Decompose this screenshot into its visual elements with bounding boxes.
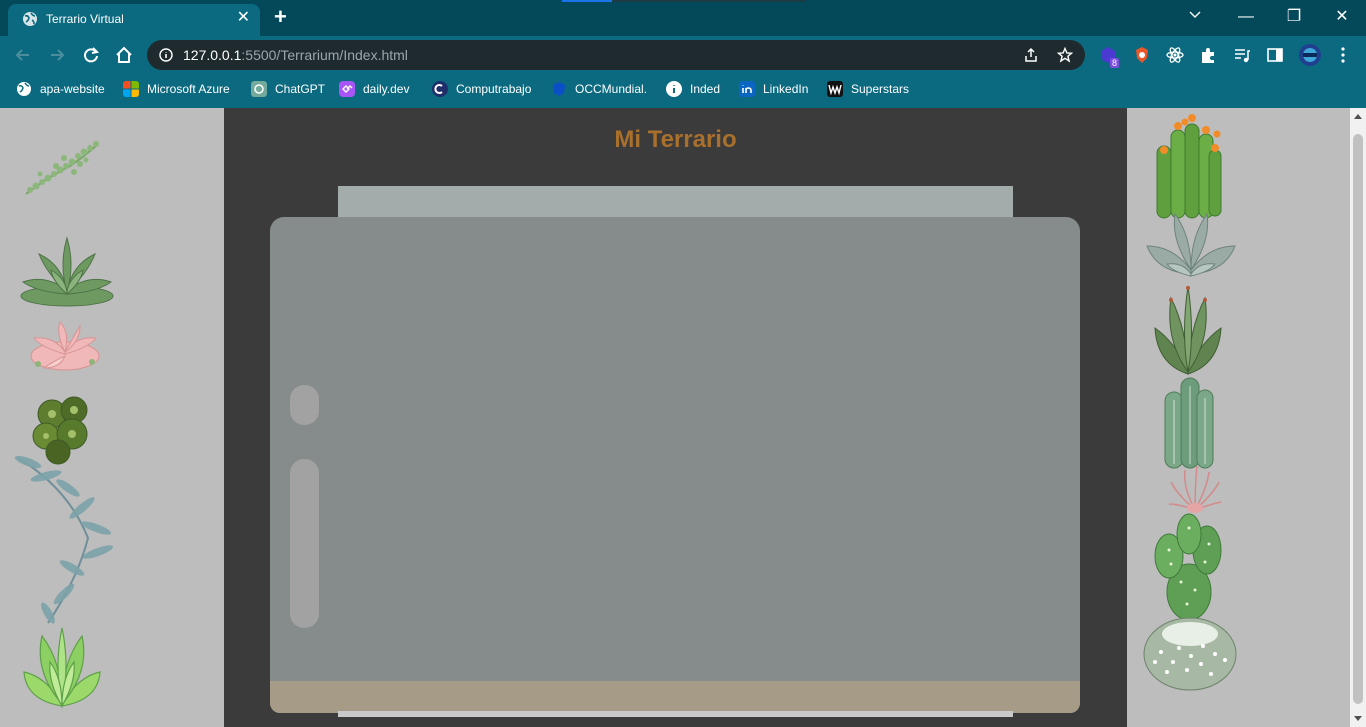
scroll-thumb[interactable] xyxy=(1353,134,1363,704)
side-panel-icon[interactable] xyxy=(1265,45,1285,65)
chatgpt-icon xyxy=(251,81,267,97)
tab-search-icon[interactable] xyxy=(1188,8,1202,22)
page-title: Mi Terrario xyxy=(614,126,737,153)
tab-strip-indicator-track xyxy=(612,0,806,2)
tab-title: Terrario Virtual xyxy=(46,12,124,26)
plant14-image[interactable] xyxy=(1141,612,1239,692)
right-plant-container xyxy=(1127,108,1350,727)
minimize-button[interactable]: — xyxy=(1234,6,1258,28)
dailydev-icon xyxy=(339,81,355,97)
plant3-image[interactable] xyxy=(26,318,104,374)
microsoft-icon xyxy=(123,81,139,97)
tab-strip-indicator xyxy=(562,0,612,2)
reload-icon[interactable] xyxy=(80,44,102,66)
forward-arrow-icon[interactable] xyxy=(46,44,68,66)
site-info-icon[interactable] xyxy=(159,48,173,62)
url-path: :5500/Terrarium/Index.html xyxy=(241,47,408,63)
browser-titlebar: Terrario Virtual ✕ + — ❐ ✕ xyxy=(0,0,1366,36)
url-host: 127.0.0.1 xyxy=(183,47,242,63)
jar-glossy-short xyxy=(290,385,319,425)
browser-toolbar: 127.0.0.1:5500/Terrarium/Index.html 8 xyxy=(0,36,1366,74)
media-playlist-icon[interactable] xyxy=(1232,45,1252,65)
plant2-image[interactable] xyxy=(17,234,117,310)
plant13-image[interactable] xyxy=(1151,510,1227,622)
restore-button[interactable]: ❐ xyxy=(1282,6,1306,28)
bookmark-label: Computrabajo xyxy=(456,82,532,96)
address-bar[interactable]: 127.0.0.1:5500/Terrarium/Index.html xyxy=(147,40,1085,70)
globe-icon xyxy=(23,12,37,26)
plant10-image[interactable] xyxy=(1151,284,1225,376)
bookmark-label: ChatGPT xyxy=(275,82,326,96)
share-icon[interactable] xyxy=(1023,47,1039,63)
tab-close-icon[interactable]: ✕ xyxy=(237,10,250,26)
close-window-button[interactable]: ✕ xyxy=(1330,6,1354,28)
plant6-image[interactable] xyxy=(18,622,106,710)
profile-avatar[interactable] xyxy=(1298,43,1322,67)
bookmark-star-icon[interactable] xyxy=(1057,47,1073,63)
back-arrow-icon[interactable] xyxy=(12,44,34,66)
jar-glossy-long xyxy=(290,459,319,628)
bookmark-label: Microsoft Azure xyxy=(147,82,230,96)
plant9-image[interactable] xyxy=(1143,206,1239,280)
extension-badge: 8 xyxy=(1110,58,1120,68)
bookmarks-bar: apa-website Microsoft Azure ChatGPT dail… xyxy=(0,74,1366,108)
jar-bottom xyxy=(338,711,1013,717)
scroll-up-arrow-icon[interactable] xyxy=(1354,114,1362,119)
occ-icon xyxy=(553,82,565,96)
extensions-puzzle-icon[interactable] xyxy=(1198,45,1218,65)
url-text[interactable]: 127.0.0.1:5500/Terrarium/Index.html xyxy=(183,47,408,63)
bookmark-label: daily.dev xyxy=(363,82,410,96)
computrabajo-icon xyxy=(432,81,448,97)
plant12-image[interactable] xyxy=(1167,464,1223,514)
new-tab-button[interactable]: + xyxy=(274,6,287,28)
plant1-image[interactable] xyxy=(20,136,102,198)
left-plant-container xyxy=(0,108,224,727)
wwe-icon xyxy=(827,81,843,97)
dirt xyxy=(270,681,1080,713)
bookmark-label: Inded xyxy=(690,82,721,96)
tab-terrario-virtual[interactable]: Terrario Virtual ✕ xyxy=(8,4,260,36)
extension-shield-icon[interactable] xyxy=(1132,45,1152,65)
info-icon xyxy=(666,81,682,97)
jar-body xyxy=(270,217,1080,713)
globe-icon xyxy=(17,82,31,96)
terrarium-page: Mi Terrario xyxy=(0,108,1350,727)
home-icon[interactable] xyxy=(113,44,135,66)
plant5-image[interactable] xyxy=(8,448,120,628)
jar-top xyxy=(338,186,1013,220)
bookmark-label: OCCMundial. xyxy=(575,82,648,96)
bookmark-label: LinkedIn xyxy=(763,82,809,96)
page-scrollbar[interactable] xyxy=(1350,108,1366,727)
bookmark-label: Superstars xyxy=(851,82,910,96)
react-devtools-icon[interactable] xyxy=(1165,45,1185,65)
linkedin-icon xyxy=(739,81,755,97)
scroll-down-arrow-icon[interactable] xyxy=(1354,716,1362,721)
more-menu-icon[interactable] xyxy=(1333,45,1353,65)
bookmark-label: apa-website xyxy=(40,82,105,96)
plant11-image[interactable] xyxy=(1159,374,1219,470)
